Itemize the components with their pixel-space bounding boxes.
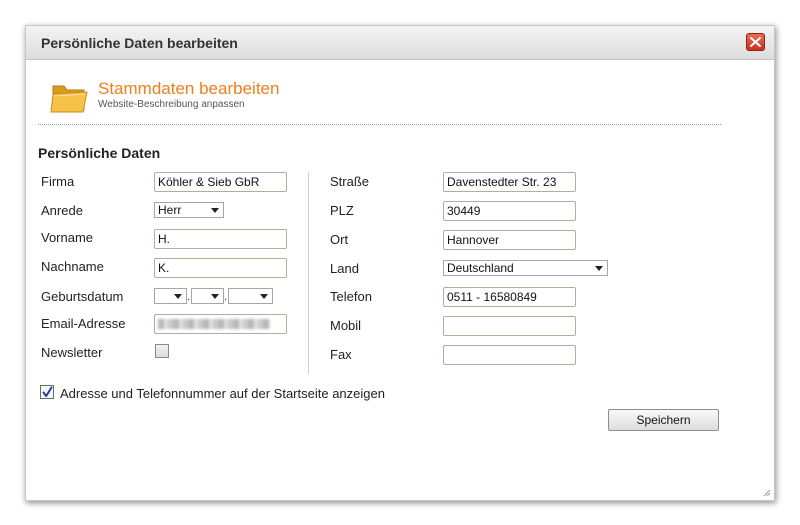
close-icon (750, 37, 761, 47)
vorname-input[interactable]: H. (154, 229, 287, 249)
anrede-label: Anrede (41, 203, 83, 218)
chevron-down-icon (211, 294, 219, 299)
mobil-label: Mobil (330, 318, 362, 333)
dialog-titlebar[interactable]: Persönliche Daten bearbeiten (26, 26, 774, 60)
edit-personal-data-dialog: Persönliche Daten bearbeiten Stammdaten … (25, 25, 775, 501)
chevron-down-icon (595, 266, 603, 271)
birth-day-select[interactable] (154, 288, 187, 304)
birth-year-select[interactable] (228, 288, 273, 304)
close-button[interactable] (746, 33, 765, 51)
section-title: Persönliche Daten (38, 145, 161, 161)
email-input[interactable] (154, 314, 287, 334)
chevron-down-icon (211, 208, 219, 213)
show-on-startpage-checkbox[interactable] (40, 385, 54, 399)
newsletter-label: Newsletter (41, 345, 103, 360)
land-select[interactable]: Deutschland (443, 260, 608, 276)
fax-label: Fax (330, 347, 352, 362)
dotted-divider (38, 124, 721, 125)
ort-input[interactable]: Hannover (443, 230, 576, 250)
header-title: Stammdaten bearbeiten (98, 79, 280, 98)
chevron-down-icon (174, 294, 182, 299)
vorname-label: Vorname (41, 230, 94, 245)
date-separator: . (224, 291, 228, 303)
strasse-input[interactable]: Davenstedter Str. 23 (443, 172, 576, 192)
show-on-startpage-label: Adresse und Telefonnummer auf der Starts… (60, 386, 385, 401)
checkmark-icon (42, 386, 53, 397)
nachname-label: Nachname (41, 259, 104, 274)
column-divider (308, 172, 309, 374)
anrede-select[interactable]: Herr (154, 202, 224, 218)
resize-grip-icon[interactable] (761, 487, 771, 497)
land-label: Land (330, 261, 359, 276)
strasse-label: Straße (330, 174, 370, 189)
nachname-input[interactable]: K. (154, 258, 287, 278)
folder-icon (50, 85, 88, 113)
telefon-label: Telefon (330, 289, 372, 304)
plz-input[interactable]: 30449 (443, 201, 576, 221)
email-label: Email-Adresse (41, 316, 126, 331)
firma-label: Firma (41, 174, 75, 189)
dialog-title: Persönliche Daten bearbeiten (41, 35, 238, 51)
telefon-input[interactable]: 0511 - 16580849 (443, 287, 576, 307)
birth-month-select[interactable] (191, 288, 224, 304)
header-subtitle: Website-Beschreibung anpassen (98, 99, 245, 110)
geburtsdatum-label: Geburtsdatum (41, 289, 124, 304)
anrede-select-value: Herr (158, 203, 182, 217)
mobil-input[interactable] (443, 316, 576, 336)
fax-input[interactable] (443, 345, 576, 365)
date-separator: . (187, 291, 191, 303)
land-select-value: Deutschland (447, 261, 514, 275)
save-button[interactable]: Speichern (608, 409, 719, 431)
plz-label: PLZ (330, 203, 354, 218)
email-value (158, 319, 270, 329)
ort-label: Ort (330, 232, 349, 247)
firma-input[interactable]: Köhler & Sieb GbR (154, 172, 287, 192)
newsletter-checkbox[interactable] (155, 344, 169, 358)
chevron-down-icon (260, 294, 268, 299)
